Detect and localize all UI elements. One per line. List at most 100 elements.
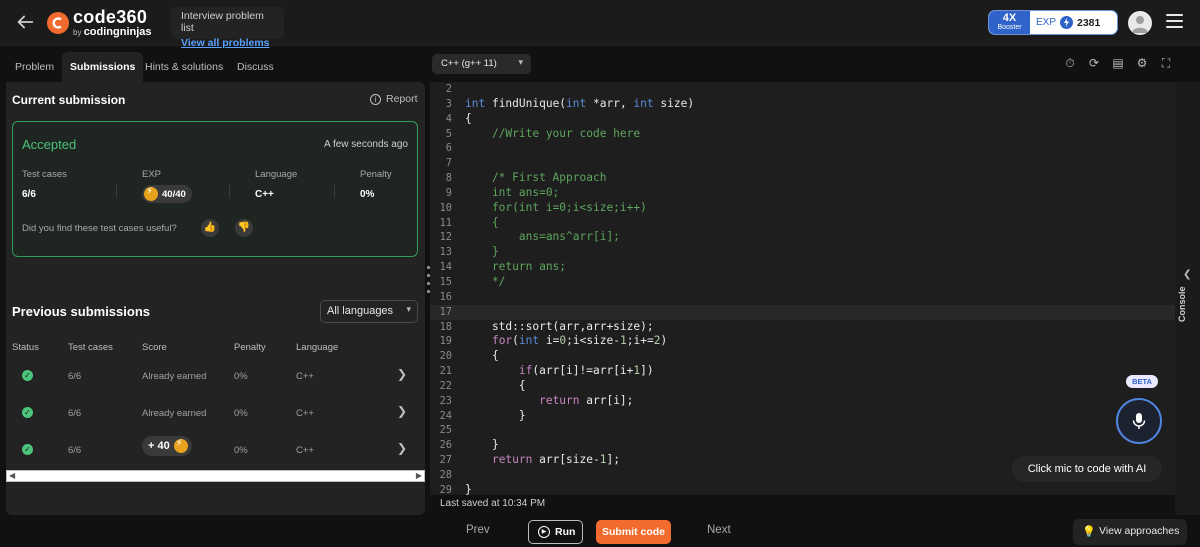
column-penalty: Penalty xyxy=(234,342,266,353)
code-line[interactable]: 9 int ans=0; xyxy=(430,186,1175,201)
avatar[interactable] xyxy=(1128,11,1152,35)
line-text[interactable]: int findUnique(int *arr, int size) xyxy=(465,97,694,112)
timer-icon[interactable]: ⏱ xyxy=(1063,56,1077,70)
last-saved: Last saved at 10:34 PM xyxy=(440,498,546,509)
scroll-right-icon[interactable]: ▶ xyxy=(416,471,422,480)
code-line[interactable]: 19 for(int i=0;i<size-1;i+=2) xyxy=(430,334,1175,349)
tab-problem[interactable]: Problem xyxy=(7,52,62,82)
exp-earned-chip: + 40 xyxy=(142,436,192,456)
report-button[interactable]: i Report xyxy=(370,93,418,105)
run-button[interactable]: ▶ Run xyxy=(528,520,583,544)
code-line[interactable]: 5 //Write your code here xyxy=(430,127,1175,142)
line-text[interactable]: { xyxy=(465,349,499,364)
code-line[interactable]: 6 xyxy=(430,141,1175,156)
chevron-right-icon[interactable]: ❯ xyxy=(397,441,407,455)
fullscreen-icon[interactable]: ⛶ xyxy=(1159,56,1173,70)
code-line[interactable]: 11 { xyxy=(430,216,1175,231)
tab-submissions[interactable]: Submissions xyxy=(62,52,144,82)
line-text[interactable]: { xyxy=(465,216,499,231)
submit-code-button[interactable]: Submit code xyxy=(596,520,671,544)
useful-question: Did you find these test cases useful? xyxy=(22,223,177,234)
submission-row[interactable]: ✓ 6/6 + 40 0% C++ ❯ xyxy=(6,432,425,469)
line-number: 20 xyxy=(439,350,452,363)
chevron-down-icon: ▾ xyxy=(518,57,523,67)
exp-indicator[interactable]: 4X Booster EXP 2381 xyxy=(988,10,1118,35)
console-panel-toggle[interactable]: ❮ Console xyxy=(1175,82,1200,515)
line-text[interactable]: /* First Approach xyxy=(465,171,607,186)
line-text[interactable]: //Write your code here xyxy=(465,127,640,142)
line-text[interactable]: int ans=0; xyxy=(465,186,559,201)
hamburger-menu-icon[interactable] xyxy=(1166,14,1183,29)
chevron-right-icon[interactable]: ❯ xyxy=(397,367,407,381)
scroll-left-icon[interactable]: ◀ xyxy=(9,471,15,480)
line-number: 3 xyxy=(445,97,452,110)
editor-language-select[interactable]: C++ (g++ 11) ▾ xyxy=(432,54,531,74)
code-line[interactable]: 17 xyxy=(430,304,1175,320)
prev-button[interactable]: Prev xyxy=(466,524,490,536)
code-line[interactable]: 22 { xyxy=(430,379,1175,394)
horizontal-scrollbar[interactable]: ◀ ▶ xyxy=(6,470,425,482)
line-text[interactable]: } xyxy=(465,245,499,260)
code-line[interactable]: 26 } xyxy=(430,438,1175,453)
line-text[interactable]: } xyxy=(465,483,472,495)
code-line[interactable]: 21 if(arr[i]!=arr[i+1]) xyxy=(430,364,1175,379)
thumbs-up-icon[interactable]: 👍 xyxy=(201,219,219,237)
code-line[interactable]: 15 */ xyxy=(430,275,1175,290)
line-text[interactable]: return arr[size-1]; xyxy=(465,453,620,468)
next-button[interactable]: Next xyxy=(707,524,731,536)
line-text[interactable]: { xyxy=(465,112,472,127)
line-text[interactable]: ans=ans^arr[i]; xyxy=(465,230,620,245)
tab-discuss[interactable]: Discuss xyxy=(229,52,282,82)
code-line[interactable]: 16 xyxy=(430,290,1175,305)
line-text[interactable]: return ans; xyxy=(465,260,566,275)
code-line[interactable]: 7 xyxy=(430,156,1175,171)
code-line[interactable]: 23 return arr[i]; xyxy=(430,394,1175,409)
language-filter-select[interactable]: All languages ▾ xyxy=(320,300,418,323)
chevron-right-icon[interactable]: ❯ xyxy=(397,404,407,418)
line-text[interactable]: */ xyxy=(465,275,505,290)
line-text[interactable]: std::sort(arr,arr+size); xyxy=(465,320,654,335)
code-line[interactable]: 25 xyxy=(430,423,1175,438)
logo[interactable]: code360 by codingninjas xyxy=(47,8,152,38)
stat-label: EXP xyxy=(142,169,162,180)
line-text[interactable]: for(int i=0;i<size-1;i+=2) xyxy=(465,334,667,349)
reset-icon[interactable]: ⟳ xyxy=(1087,56,1101,70)
code-line[interactable]: 20 { xyxy=(430,349,1175,364)
view-approaches-button[interactable]: 💡 View approaches xyxy=(1073,519,1187,545)
code-line[interactable]: 24 } xyxy=(430,409,1175,424)
code-line[interactable]: 29} xyxy=(430,483,1175,495)
code-line[interactable]: 12 ans=ans^arr[i]; xyxy=(430,230,1175,245)
code-line[interactable]: 3 int findUnique(int *arr, int size) xyxy=(430,97,1175,112)
stat-label: Language xyxy=(255,169,298,180)
code-line[interactable]: 14 return ans; xyxy=(430,260,1175,275)
submission-row[interactable]: ✓ 6/6 Already earned 0% C++ ❯ xyxy=(6,395,425,432)
back-arrow-icon[interactable] xyxy=(14,11,36,33)
settings-gear-icon[interactable]: ⚙ xyxy=(1135,56,1149,70)
code-line[interactable]: 10 for(int i=0;i<size;i++) xyxy=(430,201,1175,216)
code-editor[interactable]: 2 3 int findUnique(int *arr, int size) 4{5 … xyxy=(430,82,1175,495)
submission-row[interactable]: ✓ 6/6 Already earned 0% C++ ❯ xyxy=(6,358,425,395)
mic-tooltip: Click mic to code with AI xyxy=(1012,456,1162,482)
line-text[interactable]: return arr[i]; xyxy=(465,394,633,409)
line-text[interactable]: } xyxy=(465,409,526,424)
line-text[interactable]: if(arr[i]!=arr[i+1]) xyxy=(465,364,654,379)
view-all-problems-link[interactable]: View all problems xyxy=(181,37,274,49)
code-line[interactable]: 8 /* First Approach xyxy=(430,171,1175,186)
exp-chip: 40/40 xyxy=(142,185,192,203)
line-text[interactable]: for(int i=0;i<size;i++) xyxy=(465,201,647,216)
code-line[interactable]: 18 std::sort(arr,arr+size); xyxy=(430,320,1175,335)
line-number: 16 xyxy=(439,290,452,303)
thumbs-down-icon[interactable]: 👎 xyxy=(235,219,253,237)
row-score: Already earned xyxy=(142,408,207,419)
code-line[interactable]: 2 xyxy=(430,82,1175,97)
mic-button[interactable] xyxy=(1116,398,1162,444)
line-text[interactable]: } xyxy=(465,438,499,453)
code-line[interactable]: 13 } xyxy=(430,245,1175,260)
line-number: 10 xyxy=(439,201,452,214)
code-lines[interactable]: 2 3 int findUnique(int *arr, int size) 4{5 … xyxy=(430,82,1175,495)
line-text[interactable]: { xyxy=(465,379,526,394)
layout-icon[interactable]: ▤ xyxy=(1111,56,1125,70)
code-line[interactable]: 4{ xyxy=(430,112,1175,127)
line-number: 22 xyxy=(439,379,452,392)
tab-hints-solutions[interactable]: Hints & solutions xyxy=(137,52,231,82)
